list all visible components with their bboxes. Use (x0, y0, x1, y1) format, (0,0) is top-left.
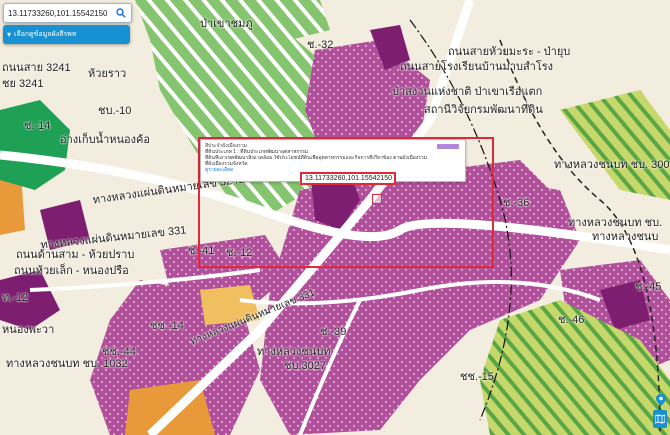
map-label: ถนนสายโรงเรียนบ้านมาบสำโรง (400, 61, 554, 73)
map-label: ทางหลวงชนบ (592, 231, 659, 243)
location-popup-highlight: สีประจำผังเมืองรวม ที่ดินประเภท 1 : ที่ด… (198, 137, 494, 268)
search-icon[interactable] (112, 4, 130, 22)
search-bar (3, 3, 132, 23)
map-label: ชบ.3027 (284, 360, 326, 372)
map-label: ป่าเขาชมภู (200, 18, 253, 30)
map-label: หนองพะวา (2, 324, 55, 336)
zone-color-swatch (437, 144, 459, 149)
map-label: ทางหลวงชนบท ชบ. 3007 (554, 159, 670, 171)
map-label: ทางหลวงชนบท ชบ. 1032 (6, 358, 128, 370)
layer-select-button[interactable]: ▾ เลือกดูข้อมูลผังสีรพห (3, 25, 130, 44)
map-label: ช.-14 (24, 120, 51, 132)
map-label: อ่างเก็บน้ำหนองค้อ (60, 134, 150, 146)
coordinate-readout: 13.11733260,101.15542150 (300, 172, 396, 185)
map-label: ถนนห้วยเล็ก - หนองปรือ (14, 265, 129, 277)
map-label: ช.-45 (635, 281, 662, 293)
map-label: ชย 3241 (2, 78, 44, 90)
map-label: ชช.-14 (150, 320, 184, 332)
map-label: ชช.-15 (460, 371, 494, 383)
chevron-down-icon: ▾ (7, 30, 12, 39)
map-label: ช.-46 (558, 314, 585, 326)
map-label: ท.-12 (2, 292, 29, 304)
map-label: ช.-36 (503, 197, 530, 209)
map-label: ชบ.-10 (98, 105, 132, 117)
layer-select-label: เลือกดูข้อมูลผังสีรพห (14, 31, 77, 38)
map-label: ห้วยราว (88, 68, 127, 80)
map-label: สถานีวิจัยกรมพัฒนาที่ดิน (424, 104, 543, 116)
map-label: ป่าสงวนแห่งชาติ ป่าเขาเรือแตก (392, 86, 543, 98)
map-label: ช.-39 (320, 326, 347, 338)
location-marker[interactable] (372, 194, 382, 204)
map-label: ช.-32 (307, 39, 334, 51)
location-pin-icon[interactable] (656, 394, 666, 406)
map-view-icon[interactable] (653, 410, 667, 428)
coordinate-search-input[interactable] (4, 8, 112, 18)
